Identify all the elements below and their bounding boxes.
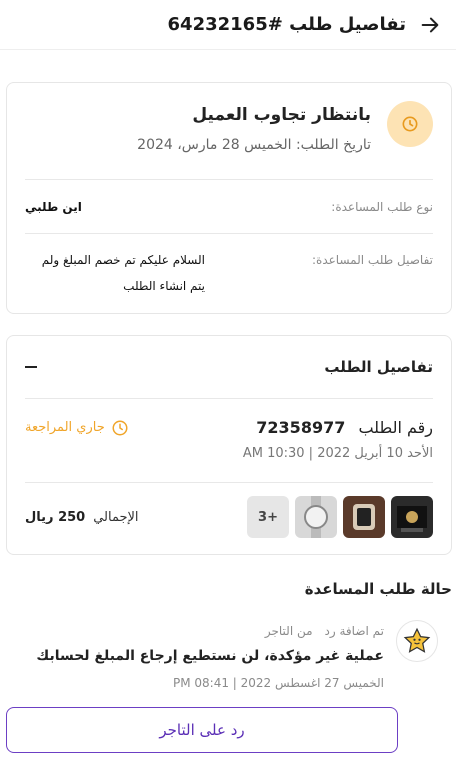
help-details-value: السلام عليكم تم خصم المبلغ ولم يتم انشاء… [41,253,205,293]
status-badge: جاري المراجعة [25,419,129,437]
order-details-title: تفاصيل الطلب [324,358,433,376]
order-number: رقم الطلب 72358977 [256,418,433,437]
product-thumbnails: +3 [247,496,433,538]
clock-icon [387,101,433,147]
merchant-reply: تم اضافة رد من التاجر عملية غير مؤكدة، لن… [6,620,438,690]
total-label: الإجمالي [93,509,139,525]
help-type-label: نوع طلب المساعدة: [331,200,433,214]
status-title: بانتظار تجاوب العميل [192,105,371,125]
reply-date: الخميس 27 اغسطس 2022 | 08:41 PM [172,676,384,690]
reply-message: عملية غير مؤكدة، لن نستطيع إرجاع المبلغ … [36,648,384,664]
total-value: 250 ريال [25,509,86,525]
star-icon [396,620,438,662]
more-products-count[interactable]: +3 [247,496,289,538]
order-total: الإجمالي 250 ريال [25,510,139,525]
request-date: تاريخ الطلب: الخميس 28 مارس، 2024 [137,137,371,153]
order-date: الأحد 10 أبريل 2022 | 10:30 AM [242,446,433,461]
order-number-value: 72358977 [256,418,346,437]
page-title: تفاصيل طلب #64232165 [167,14,406,35]
reply-added-label: تم اضافة رد [324,624,384,638]
order-details-card: تفاصيل الطلب رقم الطلب 72358977 جاري الم… [6,335,452,555]
help-status-title: حالة طلب المساعدة [304,580,452,598]
reply-meta: تم اضافة رد من التاجر [36,624,384,638]
reply-from-label: من التاجر [264,624,313,638]
top-bar: تفاصيل طلب #64232165 [0,0,456,50]
arrow-right-icon[interactable] [418,13,442,37]
divider [25,482,433,483]
reply-to-merchant-button[interactable]: رد على التاجر [6,707,398,753]
minus-icon[interactable] [25,366,37,368]
product-thumbnail[interactable] [295,496,337,538]
review-status-label: جاري المراجعة [25,420,105,435]
order-number-label: رقم الطلب [358,418,433,437]
divider [25,398,433,399]
product-thumbnail[interactable] [391,496,433,538]
help-type-value: اين طلبي [25,200,82,214]
status-card: بانتظار تجاوب العميل تاريخ الطلب: الخميس… [6,82,452,314]
divider [25,233,433,234]
clock-icon [111,419,129,437]
product-thumbnail[interactable] [343,496,385,538]
help-details-label: تفاصيل طلب المساعدة: [312,253,433,267]
divider [25,179,433,180]
